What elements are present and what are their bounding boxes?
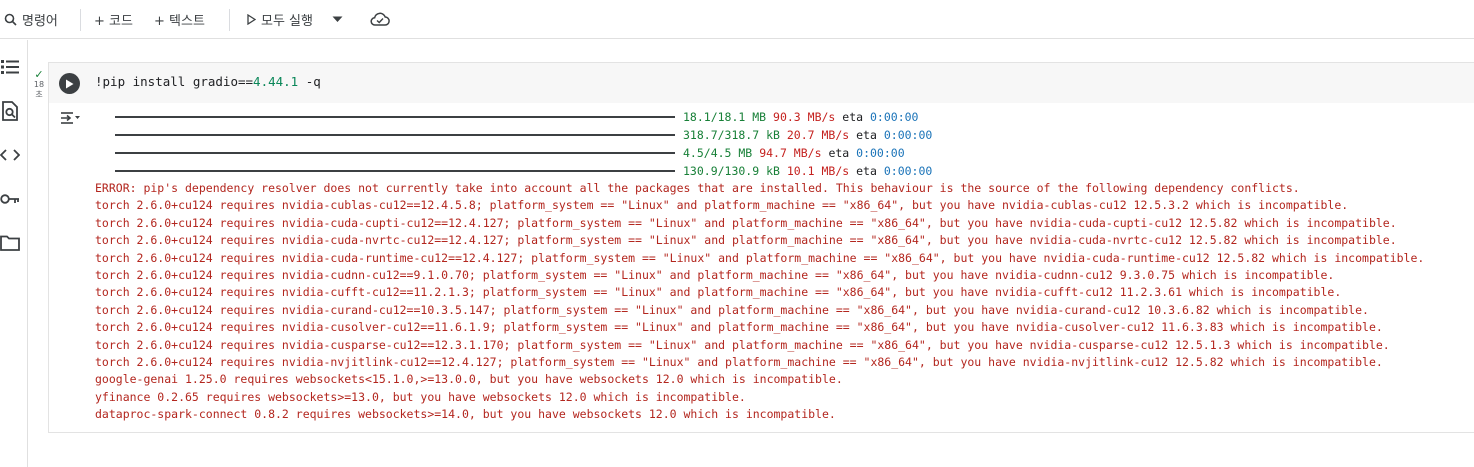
code-command: !pip install gradio== — [95, 74, 254, 89]
output-toggle-button[interactable] — [59, 110, 81, 130]
run-all-label: 모두 실행 — [261, 13, 313, 29]
progress-line: 318.7/318.7 kB 20.7 MB/s eta 0:00:00 — [115, 127, 932, 143]
code-editor[interactable]: !pip install gradio==4.44.1 -q — [49, 63, 1474, 103]
toolbar-divider — [80, 9, 81, 31]
output-line: torch 2.6.0+cu124 requires nvidia-cufft-… — [95, 285, 1342, 300]
progress-eta-label: eta — [856, 164, 877, 178]
output-text: ERROR: pip's dependency resolver does no… — [95, 180, 1424, 424]
progress-eta: 0:00:00 — [883, 128, 933, 142]
run-icon — [65, 74, 74, 93]
progress-line: 4.5/4.5 MB 94.7 MB/s eta 0:00:00 — [115, 145, 905, 161]
toolbar-divider — [229, 9, 230, 31]
drive-save-button[interactable] — [370, 8, 395, 30]
exec-time: 18 — [33, 80, 45, 89]
key-icon[interactable] — [0, 189, 20, 209]
output-line: torch 2.6.0+cu124 requires nvidia-cuda-n… — [95, 233, 1397, 248]
search-icon — [4, 13, 17, 26]
toc-icon[interactable] — [0, 57, 20, 77]
code-brackets-icon[interactable] — [0, 145, 20, 165]
progress-size: 318.7/318.7 kB — [683, 128, 780, 142]
run-options-dropdown[interactable] — [332, 8, 348, 30]
toolbar: 명령어 + 코드 + 텍스트 모두 실행 — [0, 0, 1474, 39]
progress-eta: 0:00:00 — [870, 110, 919, 124]
progress-size: 130.9/130.9 kB — [683, 164, 780, 178]
run-all-button[interactable]: 모두 실행 — [247, 8, 313, 30]
output-line: torch 2.6.0+cu124 requires nvidia-cuda-r… — [95, 250, 1425, 265]
progress-rate: 90.3 MB/s — [773, 110, 836, 124]
output-line: google-genai 1.25.0 requires websockets<… — [95, 372, 843, 387]
check-icon: ✓ — [34, 68, 44, 81]
add-text-button[interactable]: + 텍스트 — [154, 8, 205, 30]
progress-eta: 0:00:00 — [883, 164, 933, 178]
output-line: torch 2.6.0+cu124 requires nvidia-cublas… — [95, 198, 1349, 213]
add-code-label: + 코드 — [94, 13, 133, 29]
code-line[interactable]: !pip install gradio==4.44.1 -q — [95, 74, 321, 89]
progress-rate: 20.7 MB/s — [786, 128, 850, 142]
progress-eta-label: eta — [856, 128, 877, 142]
commands-button[interactable]: 명령어 — [4, 8, 58, 30]
progress-rate: 94.7 MB/s — [759, 146, 822, 160]
exec-time-unit: 초 — [35, 90, 43, 99]
progress-eta-label: eta — [842, 110, 864, 124]
output-toggle-icon — [59, 110, 81, 130]
left-rail — [0, 40, 28, 467]
output-line: torch 2.6.0+cu124 requires nvidia-cusolv… — [95, 320, 1383, 335]
code-flag: -q — [298, 74, 321, 89]
progress-eta: 0:00:00 — [856, 146, 905, 160]
chevron-down-icon — [332, 16, 343, 23]
cloud-icon — [370, 12, 390, 26]
output-line: torch 2.6.0+cu124 requires nvidia-nvjitl… — [95, 355, 1383, 370]
run-cell-button[interactable] — [59, 73, 80, 94]
progress-line: 130.9/130.9 kB 10.1 MB/s eta 0:00:00 — [115, 163, 932, 179]
code-version-literal: 4.44.1 — [253, 74, 299, 89]
progress-bar — [115, 134, 675, 136]
output-line: torch 2.6.0+cu124 requires nvidia-cuspar… — [95, 337, 1390, 352]
progress-bar — [115, 116, 675, 118]
add-code-button[interactable]: + 코드 — [94, 8, 133, 30]
progress-bar — [115, 152, 675, 154]
play-icon — [247, 13, 256, 25]
folder-icon[interactable] — [0, 233, 20, 253]
output-line: torch 2.6.0+cu124 requires nvidia-cuda-c… — [95, 215, 1397, 230]
commands-label: 명령어 — [22, 13, 58, 29]
find-replace-icon[interactable] — [0, 101, 20, 121]
execution-status: ✓ 18 초 — [31, 68, 47, 100]
add-text-label: + 텍스트 — [154, 13, 205, 29]
code-cell[interactable]: !pip install gradio==4.44.1 -q 18.1/18.1… — [48, 62, 1474, 433]
output-line: torch 2.6.0+cu124 requires nvidia-cudnn-… — [95, 268, 1335, 283]
error-header-line: ERROR: pip's dependency resolver does no… — [95, 181, 1300, 195]
progress-line: 18.1/18.1 MB 90.3 MB/s eta 0:00:00 — [115, 109, 918, 125]
progress-size: 4.5/4.5 MB — [683, 146, 753, 160]
output-line: torch 2.6.0+cu124 requires nvidia-curand… — [95, 302, 1369, 317]
output-line: dataproc-spark-connect 0.8.2 requires we… — [95, 407, 836, 422]
progress-bar — [115, 170, 675, 172]
progress-size: 18.1/18.1 MB — [683, 110, 767, 124]
output-line: yfinance 0.2.65 requires websockets>=13.… — [95, 389, 746, 404]
progress-eta-label: eta — [828, 146, 850, 160]
progress-rate: 10.1 MB/s — [786, 164, 850, 178]
